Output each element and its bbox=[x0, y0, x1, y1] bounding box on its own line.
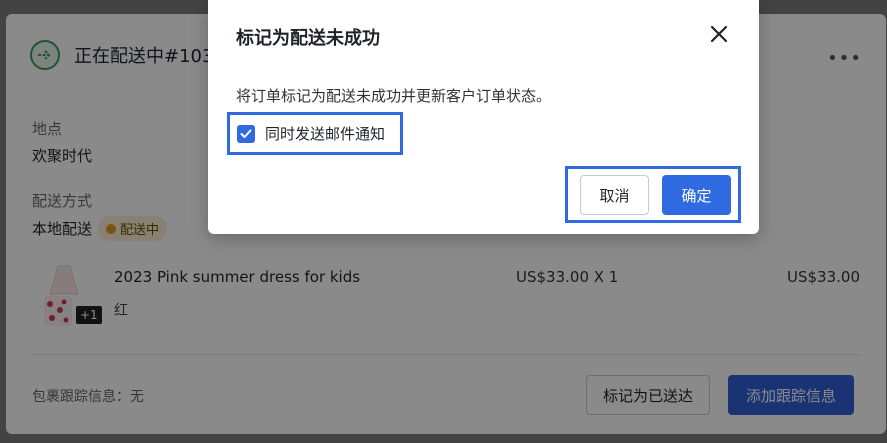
email-notify-label: 同时发送邮件通知 bbox=[265, 125, 386, 143]
dialog-title: 标记为配送未成功 bbox=[236, 28, 380, 49]
dialog-description: 将订单标记为配送未成功并更新客户订单状态。 bbox=[236, 87, 552, 105]
cancel-button[interactable]: 取消 bbox=[580, 175, 649, 215]
check-icon bbox=[240, 129, 252, 138]
email-notify-checkbox[interactable] bbox=[237, 124, 255, 143]
confirm-button[interactable]: 确定 bbox=[662, 175, 731, 215]
mark-failed-dialog: 标记为配送未成功 将订单标记为配送未成功并更新客户订单状态。 同时发送邮件通知 … bbox=[208, 0, 759, 234]
close-icon[interactable] bbox=[707, 22, 731, 46]
email-notify-option[interactable]: 同时发送邮件通知 bbox=[227, 112, 403, 155]
